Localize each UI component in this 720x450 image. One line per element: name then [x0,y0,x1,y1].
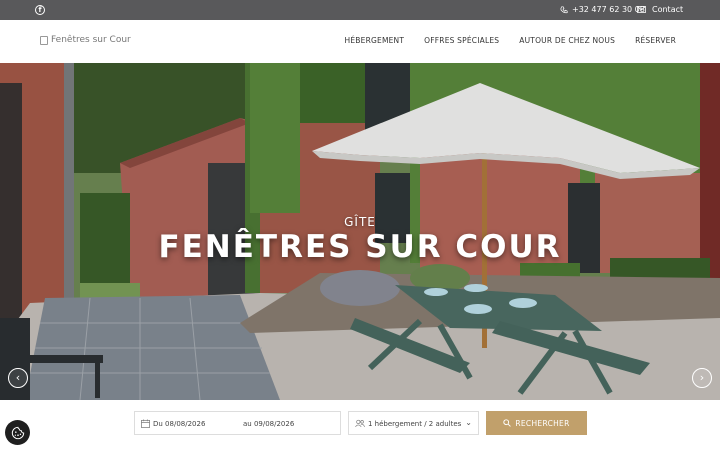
hero-title: FENÊTRES SUR COUR [158,229,562,265]
calendar-icon [141,419,150,428]
date-to[interactable]: au 09/08/2026 [243,420,294,428]
date-range-field[interactable]: Du 08/08/2026 au 09/08/2026 [134,411,341,435]
nav-item-offres-speciales[interactable]: OFFRES SPÉCIALES [424,36,499,45]
hero-subtitle: GÎTE [344,215,376,229]
booking-bar: Du 08/08/2026 au 09/08/2026 1 hébergemen… [0,400,720,450]
guests-select[interactable]: 1 hébergement / 2 adultes ⌄ [348,411,479,435]
contact-link[interactable]: Contact [637,5,683,14]
main-nav: Fenêtres sur Cour HÉBERGEMENT OFFRES SPÉ… [0,20,720,63]
mail-icon [637,6,646,13]
broken-image-icon [40,35,48,45]
contact-label: Contact [652,5,684,14]
phone-link[interactable]: +32 477 62 30 08 [560,5,645,14]
nav-item-hebergement[interactable]: HÉBERGEMENT [345,36,405,45]
search-label: RECHERCHER [515,418,570,428]
nav-item-reserver[interactable]: RÉSERVER [635,36,676,45]
phone-number: +32 477 62 30 08 [572,5,645,14]
nav-menu: HÉBERGEMENT OFFRES SPÉCIALES AUTOUR DE C… [345,36,676,45]
search-icon [503,419,512,427]
site-logo[interactable]: Fenêtres sur Cour [40,35,131,45]
chevron-right-icon[interactable]: › [692,368,712,388]
logo-alt-text: Fenêtres sur Cour [51,35,131,45]
users-icon [355,419,365,428]
guests-value: 1 hébergement / 2 adultes [368,420,462,428]
chevron-left-icon[interactable]: ‹ [8,368,28,388]
top-bar: f +32 477 62 30 08 Contact [0,0,720,20]
date-from[interactable]: Du 08/08/2026 [153,420,205,428]
cookie-icon [11,426,24,439]
facebook-icon[interactable]: f [35,5,45,15]
phone-icon [560,5,568,13]
search-button[interactable]: RECHERCHER [486,411,587,435]
cookie-settings-button[interactable] [5,420,30,445]
chevron-down-icon: ⌄ [465,418,472,427]
nav-item-autour[interactable]: AUTOUR DE CHEZ NOUS [519,36,615,45]
hero-slider: GÎTE FENÊTRES SUR COUR ‹ › [0,63,720,400]
